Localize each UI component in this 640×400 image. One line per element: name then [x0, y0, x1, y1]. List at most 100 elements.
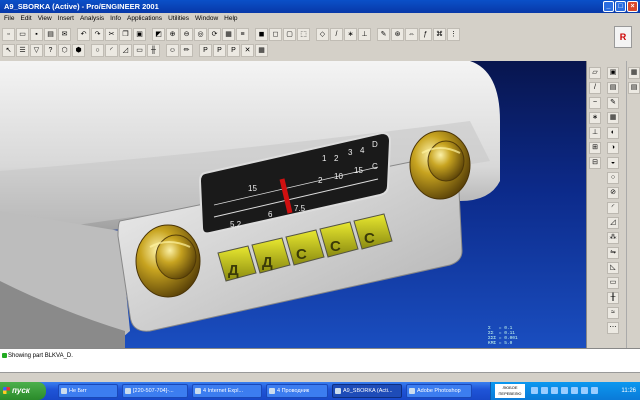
saved-views-icon[interactable]: ▦	[222, 27, 235, 41]
print-icon[interactable]: ▤	[44, 27, 57, 41]
network-icon[interactable]	[531, 387, 538, 394]
model-tree-icon[interactable]: ⋮	[447, 27, 460, 41]
sweep-icon[interactable]: ◑	[607, 142, 619, 154]
cut-tool-icon[interactable]: ⊘	[607, 187, 619, 199]
chamfer-icon[interactable]: ◿	[119, 43, 132, 57]
new-file-icon[interactable]: ▫	[2, 27, 15, 41]
shell-icon[interactable]: ▭	[133, 43, 146, 57]
pick-from-list-icon[interactable]: ☰	[16, 43, 29, 57]
maximize-button[interactable]: □	[615, 1, 626, 12]
assembly-icon[interactable]: ⬢	[72, 43, 85, 57]
select-icon[interactable]: ↖	[2, 43, 15, 57]
start-button[interactable]: пуск	[0, 382, 46, 400]
parameter-p-icon[interactable]: P	[199, 43, 212, 57]
hole-tool-icon[interactable]: ○	[607, 172, 619, 184]
relations-icon[interactable]: ƒ	[419, 27, 432, 41]
undo-icon[interactable]: ↶	[77, 27, 90, 41]
measure-icon[interactable]: ⇔	[405, 27, 418, 41]
component-create-icon[interactable]: ▤	[607, 82, 619, 94]
table-icon[interactable]: ▦	[255, 43, 268, 57]
antivirus-icon[interactable]	[551, 387, 558, 394]
blend-icon[interactable]: ◒	[607, 157, 619, 169]
pattern-icon[interactable]: ⁂	[607, 232, 619, 244]
pencil-icon[interactable]: ✏	[180, 43, 193, 57]
menu-view[interactable]: View	[38, 13, 52, 25]
rib-tool-icon[interactable]: ╫	[607, 292, 619, 304]
component-add-icon[interactable]: ▣	[607, 67, 619, 79]
datum-axes-icon[interactable]: /	[330, 27, 343, 41]
mapkey-icon[interactable]: ⌘	[433, 27, 446, 41]
hidden-line-icon[interactable]: ◻	[269, 27, 282, 41]
sketch-tool-icon[interactable]: ✎	[607, 97, 619, 109]
datum-point-icon[interactable]: ∗	[589, 112, 601, 124]
mirror-icon[interactable]: ⇋	[607, 247, 619, 259]
tray-app-icon[interactable]	[581, 387, 588, 394]
rib-icon[interactable]: ╫	[147, 43, 160, 57]
sketch-icon[interactable]: ✎	[377, 27, 390, 41]
email-icon[interactable]: ✉	[58, 27, 71, 41]
repaint-icon[interactable]: ◩	[152, 27, 165, 41]
menu-edit[interactable]: Edit	[20, 13, 31, 25]
save-icon[interactable]: ▪	[30, 27, 43, 41]
coord-sys-icon[interactable]: ⊥	[358, 27, 371, 41]
zoom-out-icon[interactable]: ⊖	[180, 27, 193, 41]
spin-center-icon[interactable]: ⊛	[391, 27, 404, 41]
smiley-icon[interactable]: ☺	[166, 43, 179, 57]
zoom-in-icon[interactable]: ⊕	[166, 27, 179, 41]
toolbar-more-icon[interactable]: ⋯	[607, 322, 619, 334]
taskbar-item-active[interactable]: A9_SBORKA (Acti...	[332, 384, 402, 398]
left-knob[interactable]	[135, 224, 201, 298]
datum-axis-icon[interactable]: /	[589, 82, 601, 94]
taskbar-item[interactable]: [220-507-704]-...	[122, 384, 188, 398]
taskbar-item[interactable]: Не Бит	[58, 384, 118, 398]
menu-analysis[interactable]: Analysis	[80, 13, 104, 25]
align-icon[interactable]: ⊟	[589, 157, 601, 169]
layers-icon[interactable]: ≡	[236, 27, 249, 41]
no-hidden-icon[interactable]: ▢	[283, 27, 296, 41]
cut-icon[interactable]: ✂	[105, 27, 118, 41]
language-indicator[interactable]: ЛЮБОЕ ПЕРЕВЕЛЮ	[495, 384, 525, 398]
component-icon[interactable]: ⬡	[58, 43, 71, 57]
open-folder-icon[interactable]: ▭	[16, 27, 29, 41]
volume-icon[interactable]	[541, 387, 548, 394]
shell-tool-icon[interactable]: ▭	[607, 277, 619, 289]
menu-insert[interactable]: Insert	[58, 13, 74, 25]
menu-applications[interactable]: Applications	[127, 13, 162, 25]
menu-file[interactable]: File	[4, 13, 14, 25]
menu-window[interactable]: Window	[195, 13, 218, 25]
taskbar-item[interactable]: 4 Internet Expl...	[192, 384, 262, 398]
warp-icon[interactable]: ≈	[607, 307, 619, 319]
round-tool-icon[interactable]: ◜	[607, 202, 619, 214]
parameter-pn-icon[interactable]: P	[213, 43, 226, 57]
menu-info[interactable]: Info	[110, 13, 121, 25]
taskbar-item[interactable]: 4 Проводник	[266, 384, 328, 398]
draft-icon[interactable]: ◺	[607, 262, 619, 274]
delete-icon[interactable]: ✕	[241, 43, 254, 57]
round-icon[interactable]: ◜	[105, 43, 118, 57]
datum-planes-icon[interactable]: ◇	[316, 27, 329, 41]
taskbar-item[interactable]: Adobe Photoshop	[406, 384, 472, 398]
refit-icon[interactable]: ◎	[194, 27, 207, 41]
query-icon[interactable]: ?	[44, 43, 57, 57]
orient-icon[interactable]: ⟳	[208, 27, 221, 41]
tray-app-icon[interactable]	[591, 387, 598, 394]
analysis-icon[interactable]: ⊞	[589, 142, 601, 154]
datum-plane-icon[interactable]: ▱	[589, 67, 601, 79]
parameter-p2-icon[interactable]: P	[227, 43, 240, 57]
csys-icon[interactable]: ⊥	[589, 127, 601, 139]
model-tree-toggle-icon[interactable]: ▦	[628, 67, 640, 79]
filter-icon[interactable]: ▽	[30, 43, 43, 57]
minimize-button[interactable]: _	[603, 1, 614, 12]
layer-tree-toggle-icon[interactable]: ▤	[628, 82, 640, 94]
right-knob[interactable]	[409, 130, 471, 200]
menu-utilities[interactable]: Utilities	[168, 13, 189, 25]
redo-icon[interactable]: ↷	[91, 27, 104, 41]
wireframe-icon[interactable]: ⬚	[297, 27, 310, 41]
chamfer-tool-icon[interactable]: ◿	[607, 217, 619, 229]
messenger-icon[interactable]	[561, 387, 568, 394]
hole-icon[interactable]: ○	[91, 43, 104, 57]
datum-curve-icon[interactable]: ~	[589, 97, 601, 109]
shading-icon[interactable]: ◼	[255, 27, 268, 41]
copy-icon[interactable]: ❐	[119, 27, 132, 41]
extrude-icon[interactable]: ▦	[607, 112, 619, 124]
